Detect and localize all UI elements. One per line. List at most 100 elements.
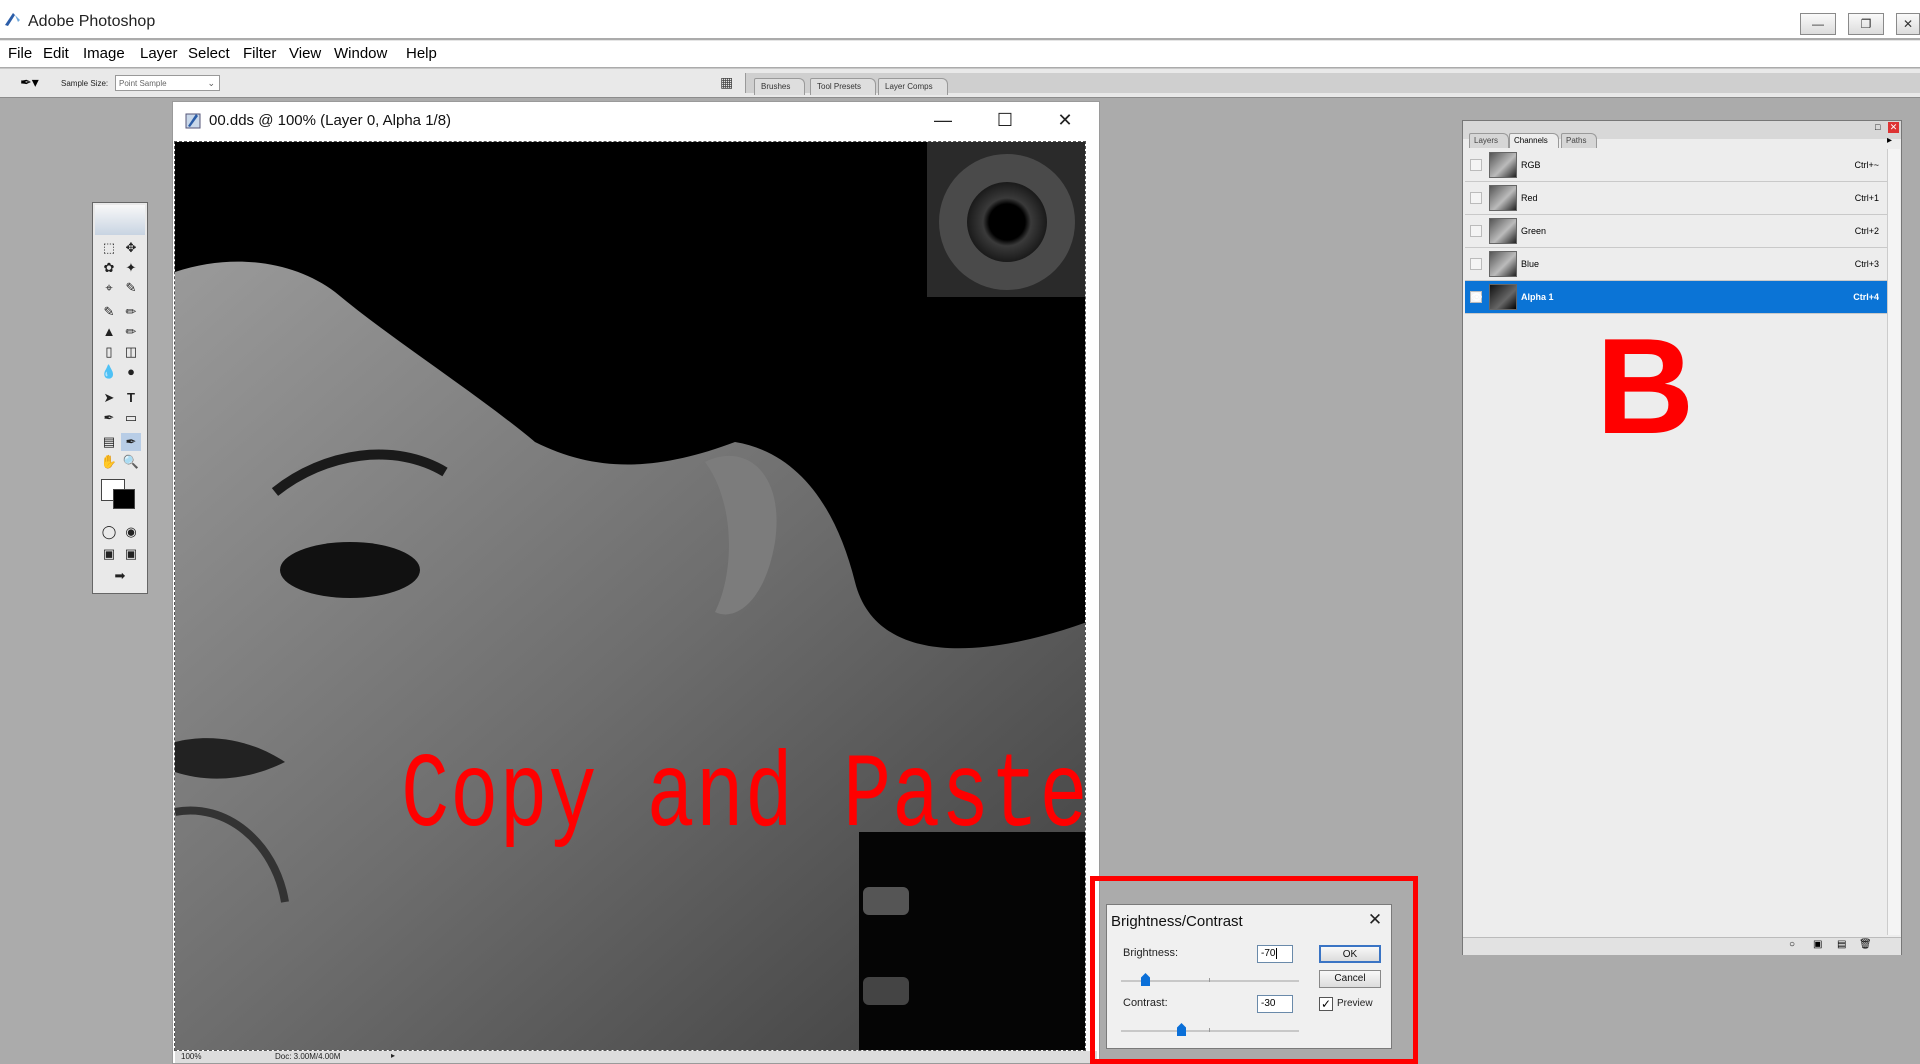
eyedropper-preset-icon[interactable]: ✒▾ — [20, 74, 39, 91]
document-window: 00.dds @ 100% (Layer 0, Alpha 1/8) — ☐ ✕ — [172, 101, 1100, 1064]
document-maximize-button[interactable]: ☐ — [985, 106, 1025, 134]
preview-checkbox[interactable]: ✓ — [1319, 997, 1333, 1011]
document-icon — [185, 113, 201, 129]
visibility-toggle[interactable] — [1470, 192, 1482, 204]
channel-row-rgb[interactable]: RGB Ctrl+~ — [1465, 149, 1889, 182]
trash-icon[interactable]: 🗑 — [1859, 939, 1872, 950]
brightness-value: -70 — [1261, 948, 1276, 959]
dialog-close-button[interactable]: ✕ — [1361, 907, 1389, 933]
palette-well: Brushes Tool Presets Layer Comps — [745, 73, 1920, 95]
image-canvas[interactable]: Copy and Paste — [174, 141, 1086, 1051]
ok-button[interactable]: OK — [1319, 945, 1381, 963]
eye-shape — [280, 542, 420, 598]
options-bar: ✒▾ Sample Size: Point Sample ⌄ ▦ Brushes… — [0, 68, 1920, 98]
blur-tool-icon[interactable]: 💧 — [99, 363, 119, 381]
clone-stamp-tool-icon[interactable]: ▲ — [99, 323, 119, 341]
marquee-tool-icon[interactable]: ⬚ — [99, 239, 119, 257]
new-channel-icon[interactable]: ▤ — [1837, 939, 1846, 950]
contrast-slider-track[interactable] — [1121, 1030, 1299, 1032]
file-browser-icon[interactable]: ▦ — [720, 74, 733, 91]
hand-tool-icon[interactable]: ✋ — [99, 453, 119, 471]
toolbox-header[interactable] — [95, 205, 145, 235]
contrast-input[interactable]: -30 — [1257, 995, 1293, 1013]
panel-minimize-icon[interactable]: □ — [1875, 122, 1880, 132]
load-selection-icon[interactable]: ○ — [1789, 939, 1795, 950]
visibility-toggle[interactable] — [1470, 159, 1482, 171]
document-minimize-button[interactable]: — — [923, 106, 963, 134]
channel-row-red[interactable]: Red Ctrl+1 — [1465, 182, 1889, 215]
zoom-tool-icon[interactable]: 🔍 — [121, 453, 141, 471]
type-tool-icon[interactable]: T — [121, 389, 141, 407]
dodge-tool-icon[interactable]: ● — [121, 363, 141, 381]
screen-mode-icon[interactable]: ▣ — [99, 545, 119, 563]
channel-shortcut: Ctrl+3 — [1854, 259, 1879, 269]
menu-edit[interactable]: Edit — [43, 45, 69, 62]
panel-scrollbar[interactable] — [1887, 149, 1900, 935]
restore-button[interactable]: ❐ — [1848, 13, 1884, 35]
brightness-slider-thumb[interactable] — [1141, 973, 1150, 986]
app-titlebar: Adobe Photoshop — ❐ ✕ — [0, 0, 1920, 38]
menu-view[interactable]: View — [289, 45, 321, 62]
quick-mask-mode-icon[interactable]: ◉ — [121, 523, 141, 541]
menu-help[interactable]: Help — [406, 45, 437, 62]
preview-label: Preview — [1337, 998, 1373, 1009]
menu-layer[interactable]: Layer — [140, 45, 178, 62]
menu-image[interactable]: Image — [83, 45, 125, 62]
cancel-button[interactable]: Cancel — [1319, 970, 1381, 988]
panel-footer: ○ ▣ ▤ 🗑 — [1463, 937, 1901, 955]
save-selection-icon[interactable]: ▣ — [1813, 939, 1822, 950]
lasso-tool-icon[interactable]: ✿ — [99, 259, 119, 277]
visibility-toggle[interactable] — [1470, 258, 1482, 270]
channel-row-green[interactable]: Green Ctrl+2 — [1465, 215, 1889, 248]
contrast-slider-thumb[interactable] — [1177, 1023, 1186, 1036]
status-menu-arrow-icon[interactable]: ▸ — [391, 1051, 395, 1060]
zoom-level[interactable]: 100% — [181, 1052, 201, 1061]
channels-panel: □ ✕ Layers Channels Paths ▸ RGB Ctrl+~ R… — [1462, 120, 1902, 955]
minimize-button[interactable]: — — [1800, 13, 1836, 35]
document-close-button[interactable]: ✕ — [1045, 106, 1085, 134]
panel-menu-icon[interactable]: ▸ — [1887, 135, 1892, 146]
channel-shortcut: Ctrl+2 — [1854, 226, 1879, 236]
pen-tool-icon[interactable]: ✒ — [99, 409, 119, 427]
palette-tab-tool-presets[interactable]: Tool Presets — [810, 78, 877, 95]
channel-thumbnail — [1489, 284, 1517, 310]
move-tool-icon[interactable]: ✥ — [121, 239, 141, 257]
healing-brush-tool-icon[interactable]: ✎ — [99, 303, 119, 321]
contrast-value: -30 — [1261, 998, 1276, 1009]
visibility-toggle[interactable] — [1470, 225, 1482, 237]
menu-filter[interactable]: Filter — [243, 45, 276, 62]
menu-window[interactable]: Window — [334, 45, 387, 62]
jump-to-imageready-icon[interactable]: ➡ — [105, 567, 135, 585]
eyedropper-tool-icon[interactable]: ✒ — [121, 433, 141, 451]
background-color-swatch[interactable] — [113, 489, 135, 509]
text-caret — [1276, 948, 1278, 959]
eraser-tool-icon[interactable]: ▯ — [99, 343, 119, 361]
channel-row-blue[interactable]: Blue Ctrl+3 — [1465, 248, 1889, 281]
crop-tool-icon[interactable]: ⌖ — [99, 279, 119, 297]
full-screen-mode-icon[interactable]: ▣ — [121, 545, 141, 563]
palette-tab-brushes[interactable]: Brushes — [754, 78, 806, 95]
menu-select[interactable]: Select — [188, 45, 230, 62]
panel-tab-paths[interactable]: Paths — [1561, 133, 1598, 148]
panel-tab-layers[interactable]: Layers — [1469, 133, 1510, 148]
channel-name: Alpha 1 — [1521, 292, 1554, 302]
eye-icon[interactable]: 👁 — [1470, 291, 1482, 303]
magic-wand-tool-icon[interactable]: ✦ — [121, 259, 141, 277]
toolbox: ⬚ ✥ ✿ ✦ ⌖ ✎ ✎ ✏ ▲ ✏ ▯ ◫ 💧 ● ➤ T ✒ ▭ ▤ ✒ … — [92, 202, 148, 594]
shape-tool-icon[interactable]: ▭ — [121, 409, 141, 427]
standard-mode-icon[interactable]: ◯ — [99, 523, 119, 541]
history-brush-tool-icon[interactable]: ✏ — [121, 323, 141, 341]
brush-tool-icon[interactable]: ✏ — [121, 303, 141, 321]
paint-bucket-tool-icon[interactable]: ◫ — [121, 343, 141, 361]
sample-size-select[interactable]: Point Sample ⌄ — [115, 75, 220, 91]
panel-tab-channels[interactable]: Channels — [1509, 133, 1559, 148]
brightness-input[interactable]: -70 — [1257, 945, 1293, 963]
channel-name: Blue — [1521, 259, 1540, 269]
menu-file[interactable]: File — [8, 45, 32, 62]
palette-tab-layer-comps[interactable]: Layer Comps — [878, 78, 948, 95]
close-button[interactable]: ✕ — [1896, 13, 1920, 35]
slice-tool-icon[interactable]: ✎ — [121, 279, 141, 297]
panel-close-icon[interactable]: ✕ — [1888, 122, 1899, 133]
notes-tool-icon[interactable]: ▤ — [99, 433, 119, 451]
path-selection-tool-icon[interactable]: ➤ — [99, 389, 119, 407]
